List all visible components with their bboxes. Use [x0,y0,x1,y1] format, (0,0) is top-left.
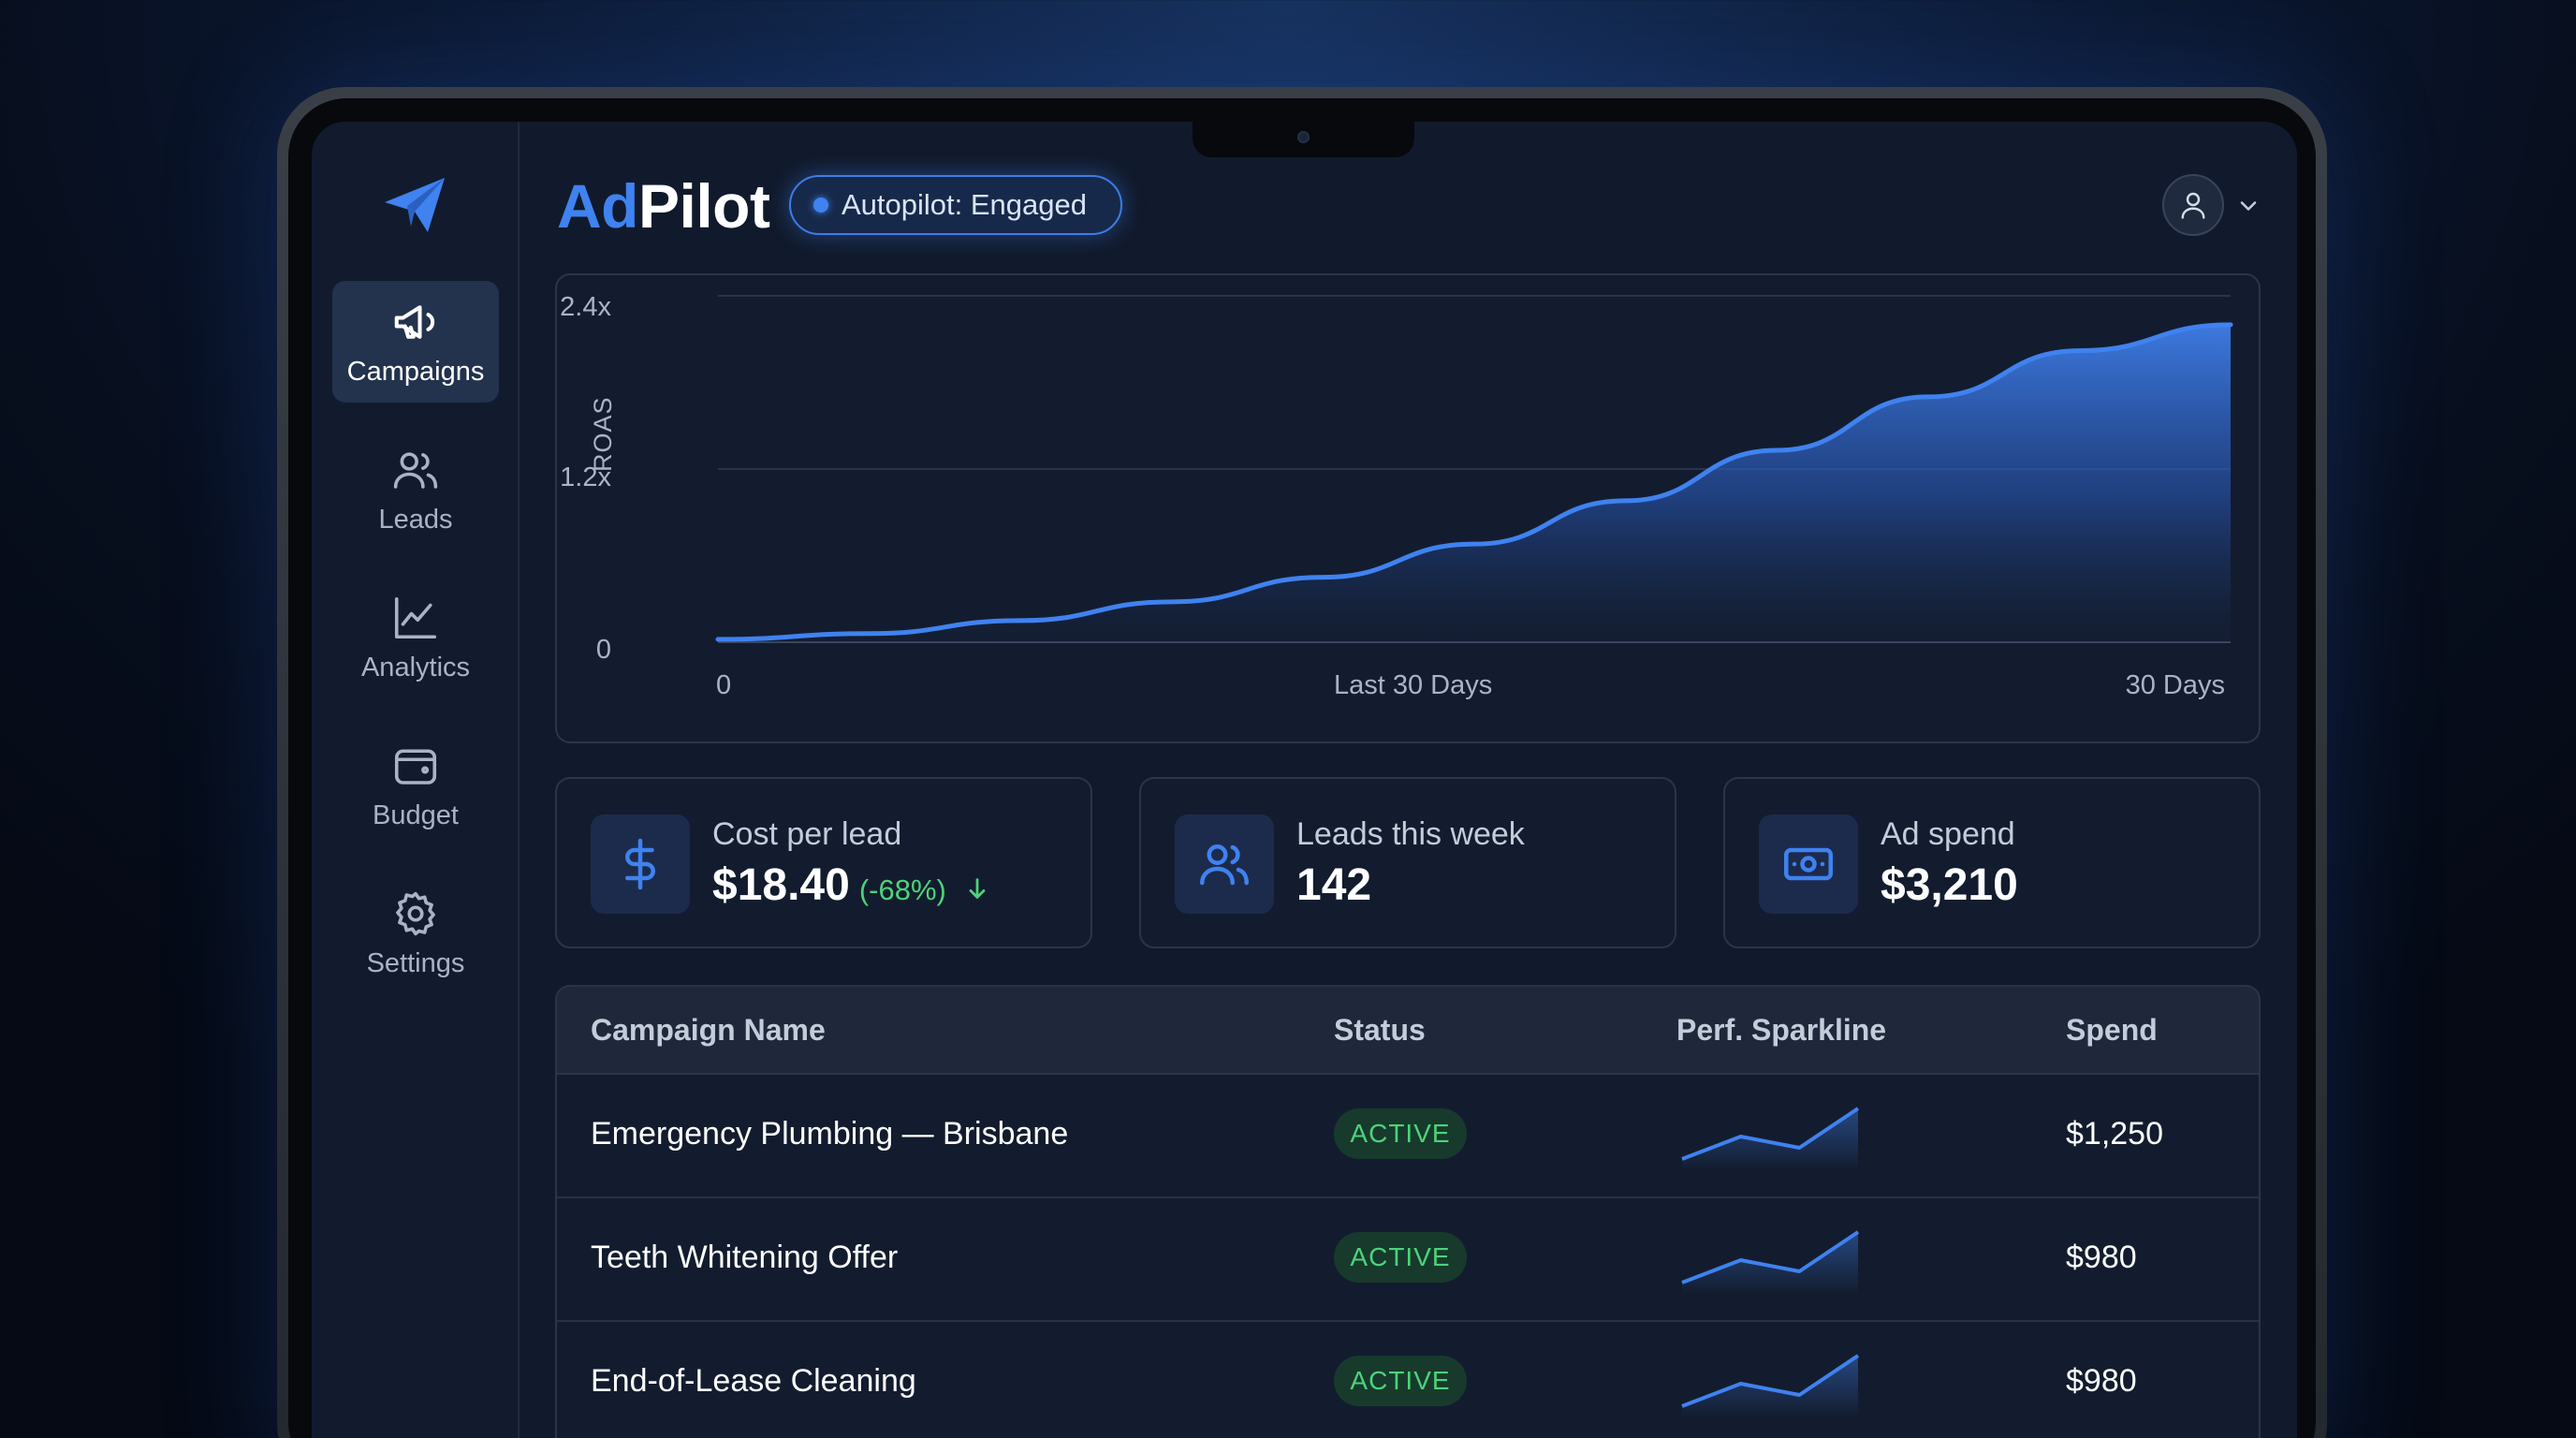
chart-x-axis-label: Last 30 Days [1334,670,1493,700]
sidebar-item-label: Campaigns [346,356,485,387]
kpi-value-text: 142 [1296,860,1372,910]
megaphone-icon [394,304,435,339]
chevron-down-icon[interactable] [2235,193,2261,219]
gear-icon [396,891,435,935]
sparkline-chart [1681,1107,1860,1170]
kpi-icon-box [1759,814,1858,914]
kpi-cost-per-lead[interactable]: Cost per lead $18.40 (-68%) [555,777,1092,948]
kpi-label: Ad spend [1881,816,2015,852]
column-header-campaign-name[interactable]: Campaign Name [591,1013,826,1048]
kpi-value: 142 [1296,859,1371,911]
status-badge: ACTIVE [1334,1232,1467,1283]
sidebar-item-budget[interactable]: Budget [332,725,499,846]
table-header: Campaign Name Status Perf. Sparkline Spe… [557,987,2259,1075]
user-icon [2181,192,2205,219]
paper-plane-logo-icon[interactable] [379,170,450,242]
users-icon [393,451,438,489]
kpi-value: $3,210 [1881,859,2018,911]
kpi-value-text: $3,210 [1881,860,2018,910]
campaign-name-cell: Emergency Plumbing — Brisbane [591,1116,1069,1152]
kpi-icon-box [1175,814,1274,914]
camera-icon [1297,131,1310,143]
brand-part-pilot: Pilot [637,171,770,241]
kpi-icon-box [591,814,690,914]
table-row[interactable]: End-of-Lease Cleaning ACTIVE $980 [557,1322,2259,1438]
spend-cell: $980 [2066,1240,2137,1275]
chart-y-axis-label: ROAS [589,396,617,472]
kpi-change-badge: (-68%) [858,873,946,906]
autopilot-status-pill[interactable]: Autopilot: Engaged [789,175,1122,235]
column-header-spend[interactable]: Spend [2066,1013,2158,1048]
sparkline-chart [1681,1354,1860,1417]
app-title: AdPilot [557,170,770,242]
spend-cell: $980 [2066,1363,2137,1399]
sidebar: Campaigns Leads Analytics Budget Setting… [312,122,520,1438]
arrow-down-icon [969,878,986,899]
campaign-name-cell: End-of-Lease Cleaning [591,1363,916,1399]
sparkline-area [1682,1232,1858,1294]
spend-cell: $1,250 [2066,1116,2163,1152]
x-tick-label-start: 0 [716,670,732,700]
sidebar-item-label: Leads [378,504,453,535]
wallet-icon [394,748,437,785]
status-badge: ACTIVE [1334,1356,1467,1406]
sparkline-chart [1681,1230,1860,1294]
kpi-leads-this-week[interactable]: Leads this week 142 [1139,777,1676,948]
y-tick-label-zero: 0 [595,635,611,665]
status-badge: ACTIVE [1334,1108,1467,1159]
sparkline-area [1682,1356,1858,1417]
main-content: AdPilot Autopilot: Engaged ROAS 2.4x 1.2… [520,122,2297,1438]
sidebar-item-label: Analytics [360,652,471,682]
kpi-value-text: $18.40 [712,860,850,910]
column-header-sparkline[interactable]: Perf. Sparkline [1676,1013,1886,1048]
table-row[interactable]: Teeth Whitening Offer ACTIVE $980 [557,1198,2259,1322]
y-tick-label-top: 2.4x [560,292,611,322]
camera-notch [1193,122,1414,157]
campaign-name-cell: Teeth Whitening Offer [591,1240,899,1275]
dollar-icon [625,838,655,890]
app-screen: Campaigns Leads Analytics Budget Setting… [312,122,2297,1438]
x-tick-label-end: 30 Days [2125,670,2225,700]
sidebar-item-analytics[interactable]: Analytics [332,577,499,698]
kpi-value: $18.40 (-68%) [712,859,990,911]
roas-chart: ROAS 2.4x 1.2x 0 0 Last 30 Days 30 Days [555,273,2261,743]
y-tick-label-mid: 1.2x [560,462,611,492]
autopilot-status-text: Autopilot: Engaged [842,188,1087,221]
status-dot-icon [813,198,828,213]
users-icon [1200,844,1249,886]
sparkline-area [1682,1108,1858,1170]
kpi-label: Cost per lead [712,816,902,852]
sidebar-item-campaigns[interactable]: Campaigns [332,281,499,403]
kpi-ad-spend[interactable]: Ad spend $3,210 [1723,777,2261,948]
sidebar-item-settings[interactable]: Settings [332,873,499,994]
campaigns-table: Campaign Name Status Perf. Sparkline Spe… [555,985,2261,1438]
sidebar-item-label: Settings [366,947,465,978]
banknote-icon [1784,847,1833,881]
column-header-status[interactable]: Status [1334,1013,1426,1048]
kpi-label: Leads this week [1296,816,1525,852]
table-row[interactable]: Emergency Plumbing — Brisbane ACTIVE $1,… [557,1075,2259,1198]
sidebar-item-label: Budget [373,800,459,830]
user-avatar-button[interactable] [2162,174,2224,236]
line-chart-icon [394,596,437,638]
brand-part-ad: Ad [557,171,638,241]
sidebar-item-leads[interactable]: Leads [332,429,499,550]
